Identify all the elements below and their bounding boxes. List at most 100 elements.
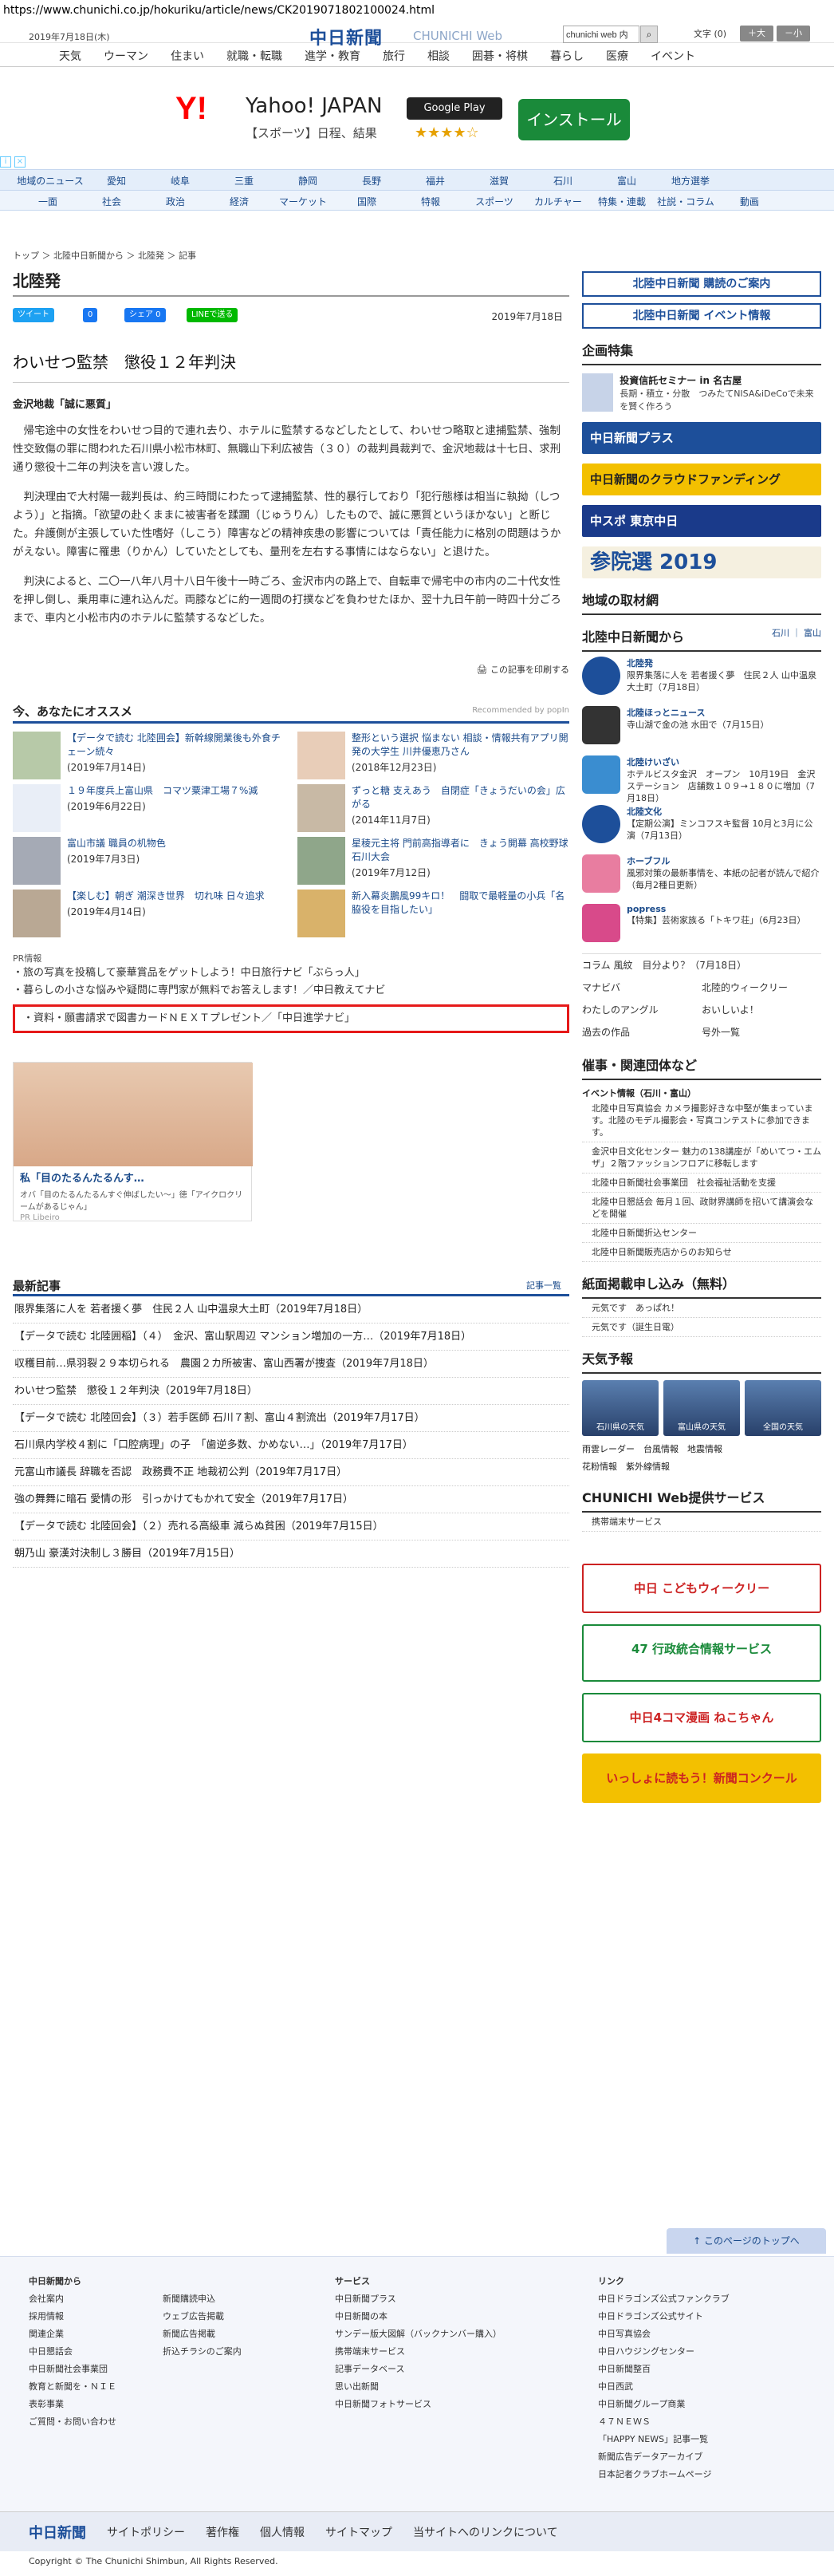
font-increase-button[interactable]: ＋大 — [740, 26, 773, 41]
footer-link[interactable]: ウェブ広告掲載 — [163, 2308, 242, 2326]
side-link[interactable]: マナビバ — [582, 976, 620, 999]
paper-item[interactable]: 元気です あっぱれ！ — [582, 1299, 821, 1318]
recommend-item[interactable]: 【楽しむ】朝ぎ 潮深き世界 切れ味 日々追求 (2019年4月14日) — [13, 890, 285, 937]
region-nav-item[interactable]: 長野 — [340, 170, 403, 190]
recommend-item[interactable]: 【データで読む 北陸囲会】新幹線開業後も外食チェーン続々 (2019年7月14日) — [13, 732, 285, 779]
gnav-item[interactable]: 囲碁・将棋 — [461, 43, 539, 66]
pr-link[interactable]: ・暮らしの小さな悩みや疑問に専門家が無料でお答えします！／中日教えてナビ — [13, 982, 569, 1000]
footer-link[interactable]: 携帯端末サービス — [335, 2343, 502, 2361]
footer-link[interactable]: 新聞広告掲載 — [163, 2326, 242, 2343]
footer-link[interactable]: ご質問・お問い合わせ — [29, 2413, 116, 2431]
gnav-item[interactable]: 医療 — [595, 43, 639, 66]
category-nav-item[interactable]: 経済 — [207, 191, 271, 210]
plan-item[interactable]: 投資信託セミナー in 名古屋 長期・積立・分散 つみたてNISA&iDeCoで未… — [582, 373, 821, 412]
footer-link[interactable]: 教育と新聞を・ＮＩＥ — [29, 2378, 116, 2396]
from-item[interactable]: 北陸発 限界集落に人を 若者援く夢 住民２人 山中温泉大土町（7月18日） — [582, 657, 821, 701]
weather-link[interactable]: 雨雲レーダー — [582, 1444, 635, 1454]
gnav-item[interactable]: 相談 — [416, 43, 461, 66]
category-nav-item[interactable]: 特報 — [399, 191, 462, 210]
weather-tile[interactable]: 全国の天気 — [745, 1380, 821, 1436]
event-item[interactable]: 北陸中日懇話会 毎月１回、政財界講師を招いて講演会などを開催 — [582, 1193, 821, 1224]
footer-link[interactable]: 日本記者クラブホームページ — [598, 2466, 730, 2483]
category-nav-item[interactable]: 社説・コラム — [654, 191, 718, 210]
region-nav-item[interactable]: 静岡 — [276, 170, 340, 190]
from-item[interactable]: 北陸文化 【定期公演】ミンコフスキ監督 10月と3月に公演（7月13日） — [582, 805, 821, 850]
footer-bar-link[interactable]: サイトポリシー — [107, 2524, 185, 2540]
region-nav-item[interactable]: 滋賀 — [467, 170, 531, 190]
banner-chuspo[interactable]: 中スポ 東京中日 — [582, 505, 821, 537]
gnav-item[interactable]: 天気 — [48, 43, 92, 66]
to-top-button[interactable]: ↑ このページのトップへ — [667, 2228, 826, 2254]
footer-link[interactable]: 関連企業 — [29, 2326, 116, 2343]
search-icon[interactable]: ⌕ — [640, 26, 658, 43]
from-item[interactable]: ホーブフル 風邪対策の最新事情を、本紙の記者が読んで紹介（毎月2種日更新） — [582, 854, 821, 899]
from-item[interactable]: 北陸けいざい ホテルビスタ金沢 オープン 10月19日 金沢ステーション 店舗数１… — [582, 755, 821, 803]
gnav-item[interactable]: 就職・転職 — [215, 43, 293, 66]
ad-info-icon[interactable]: i — [0, 156, 11, 168]
banner-election[interactable]: 参院選 2019 — [582, 546, 821, 578]
event-item[interactable]: 北陸中日写真協会 カメラ撮影好きな中堅が集まっています。北陸のモデル撮影会・写真… — [582, 1099, 821, 1142]
from-item[interactable]: popress 【特集】芸術家族る「トキワ荘」（6月23日） — [582, 904, 821, 949]
footer-link[interactable]: ４７ＮＥＷＳ — [598, 2413, 730, 2431]
category-nav-item[interactable]: 動画 — [718, 191, 781, 210]
region-nav-item[interactable]: 富山 — [595, 170, 659, 190]
from-item[interactable]: 北陸ほっとニュース 寺山湖で金の池 水田で（7月15日） — [582, 706, 821, 751]
gnav-item[interactable]: ウーマン — [92, 43, 159, 66]
gnav-item[interactable]: イベント — [639, 43, 706, 66]
footer-link[interactable]: 表彰事業 — [29, 2396, 116, 2413]
url-bar[interactable]: https://www.chunichi.co.jp/hokuriku/arti… — [0, 0, 834, 21]
side-link[interactable]: コラム 風紋 目分より？（7月18日） — [582, 954, 821, 976]
category-nav-item[interactable]: 一面 — [16, 191, 80, 210]
tweet-button[interactable]: ツイート — [13, 308, 54, 322]
footer-bar-link[interactable]: 個人情報 — [260, 2524, 305, 2540]
gnav-item[interactable]: 暮らし — [539, 43, 595, 66]
gnav-item[interactable]: 住まい — [159, 43, 215, 66]
event-sub[interactable]: イベント情報（石川・富山） — [582, 1087, 821, 1099]
line-button[interactable]: LINEで送る — [187, 308, 238, 322]
search-input[interactable] — [563, 26, 639, 43]
ad-banner-yahoo[interactable]: Y! Yahoo! JAPAN 【スポーツ】日程、結果 Google Play … — [0, 67, 834, 169]
footer-link[interactable]: 「HAPPY NEWS」記事一覧 — [598, 2431, 730, 2448]
latest-more-link[interactable]: 記事一覧 — [526, 1279, 561, 1292]
footer-link[interactable]: 折込チラシのご案内 — [163, 2343, 242, 2361]
breadcrumb[interactable]: トップ ＞ 北陸中日新聞から ＞ 北陸発 ＞ 記事 — [13, 249, 196, 262]
latest-item[interactable]: わいせつ監禁 懲役１２年判決（2019年7月18日） — [13, 1378, 569, 1405]
print-link[interactable]: 🖨 この記事を印刷する — [13, 663, 569, 676]
footer-link[interactable]: 中日写真協会 — [598, 2326, 730, 2343]
latest-item[interactable]: 強の舞舞に暗石 愛情の形 引っかけてもかれて安全（2019年7月17日） — [13, 1486, 569, 1513]
region-nav-item[interactable]: 岐阜 — [148, 170, 212, 190]
footer-link[interactable]: 中日新聞の本 — [335, 2308, 502, 2326]
category-nav-item[interactable]: 政治 — [144, 191, 207, 210]
weather-link[interactable]: 花粉情報 — [582, 1462, 617, 1472]
recommend-item[interactable]: 整形という選択 悩まない 相談・情報共有アプリ開発の大学生 川井優恵乃さん (20… — [297, 732, 569, 779]
footer-logo[interactable]: 中日新聞 — [29, 2522, 86, 2542]
ad-newspaper-contest[interactable]: いっしょに読もう！新聞コンクール — [582, 1753, 821, 1803]
category-nav-item[interactable]: 社会 — [80, 191, 144, 210]
fb-share-button[interactable]: シェア 0 — [124, 308, 166, 322]
weather-link[interactable]: 地震情報 — [687, 1444, 722, 1454]
event-item[interactable]: 北陸中日新聞社会事業団 社会福祉活動を支援 — [582, 1174, 821, 1193]
footer-link[interactable]: 会社案内 — [29, 2290, 116, 2308]
footer-link[interactable]: 思い出新聞 — [335, 2378, 502, 2396]
footer-link[interactable]: 中日ハウジングセンター — [598, 2343, 730, 2361]
ad-nekochan[interactable]: 中日4コマ漫画 ねこちゃん — [582, 1693, 821, 1742]
latest-item[interactable]: 元富山市議長 辞職を否認 政務費不正 地裁初公判（2019年7月17日） — [13, 1459, 569, 1486]
footer-link[interactable]: 採用情報 — [29, 2308, 116, 2326]
side-link[interactable]: 号外一覧 — [702, 1021, 821, 1043]
event-info-button[interactable]: 北陸中日新聞 イベント情報 — [582, 303, 821, 329]
footer-link[interactable]: 中日懇話会 — [29, 2343, 116, 2361]
site-logo[interactable]: 中日新聞 — [309, 24, 383, 49]
footer-link[interactable]: 新聞広告データアーカイブ — [598, 2448, 730, 2466]
side-link[interactable]: 過去の作品 — [582, 1021, 630, 1043]
side-link[interactable]: 北陸的ウィークリー — [702, 976, 821, 999]
pr-ad-card[interactable]: 私「目のたるんたるんす… オバ「目のたるんたるんすぐ伸ばしたい〜」徳「アイクロク… — [13, 1062, 253, 1222]
event-item[interactable]: 金沢中日文化センター 魅力の138講座が「めいてつ・エムザ」２階ファッションフロ… — [582, 1142, 821, 1174]
footer-link[interactable]: 中日新聞整百 — [598, 2361, 730, 2378]
pr-link-highlighted[interactable]: ・資料・願書請求で図書カードＮＥＸＴプレゼント／「中日進学ナビ」 — [13, 1004, 569, 1033]
footer-link[interactable]: 中日ドラゴンズ公式ファンクラブ — [598, 2290, 730, 2308]
footer-link[interactable]: 中日新聞グループ商業 — [598, 2396, 730, 2413]
category-nav-item[interactable]: 国際 — [335, 191, 399, 210]
footer-link[interactable]: 新聞購読申込 — [163, 2290, 242, 2308]
weather-tile[interactable]: 富山県の天気 — [663, 1380, 740, 1436]
footer-link[interactable]: 中日新聞フォトサービス — [335, 2396, 502, 2413]
